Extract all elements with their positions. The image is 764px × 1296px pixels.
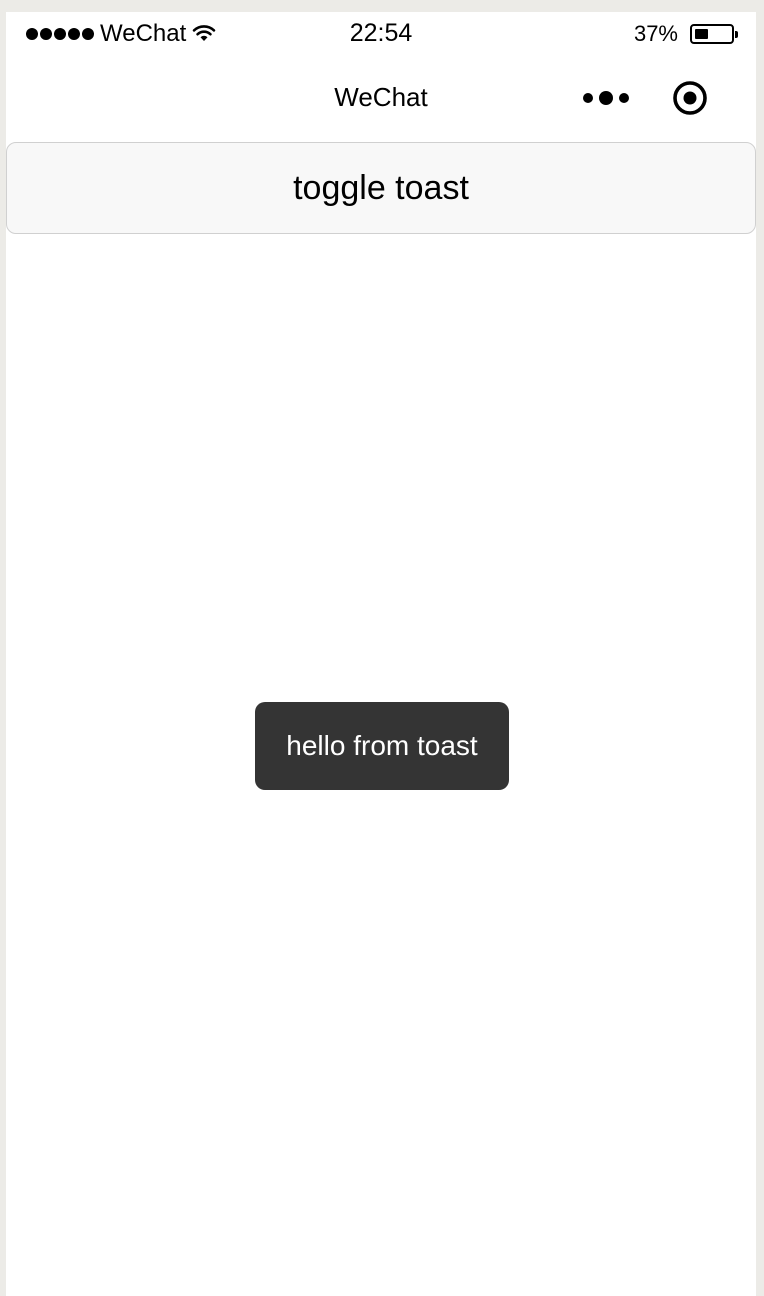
battery-percentage: 37% [633, 21, 678, 46]
app-screen: WeChat 22:54 37% WeChat toggle toast hel… [6, 12, 756, 1296]
status-bar: WeChat 22:54 37% [6, 12, 756, 56]
record-circle-icon[interactable] [672, 80, 708, 116]
navigation-bar: WeChat [6, 56, 756, 140]
battery-icon [690, 24, 738, 44]
more-dots-icon[interactable] [580, 84, 632, 112]
toast-message: hello from toast [255, 702, 509, 790]
toggle-toast-button[interactable]: toggle toast [6, 142, 756, 234]
page-title: WeChat [334, 82, 428, 112]
